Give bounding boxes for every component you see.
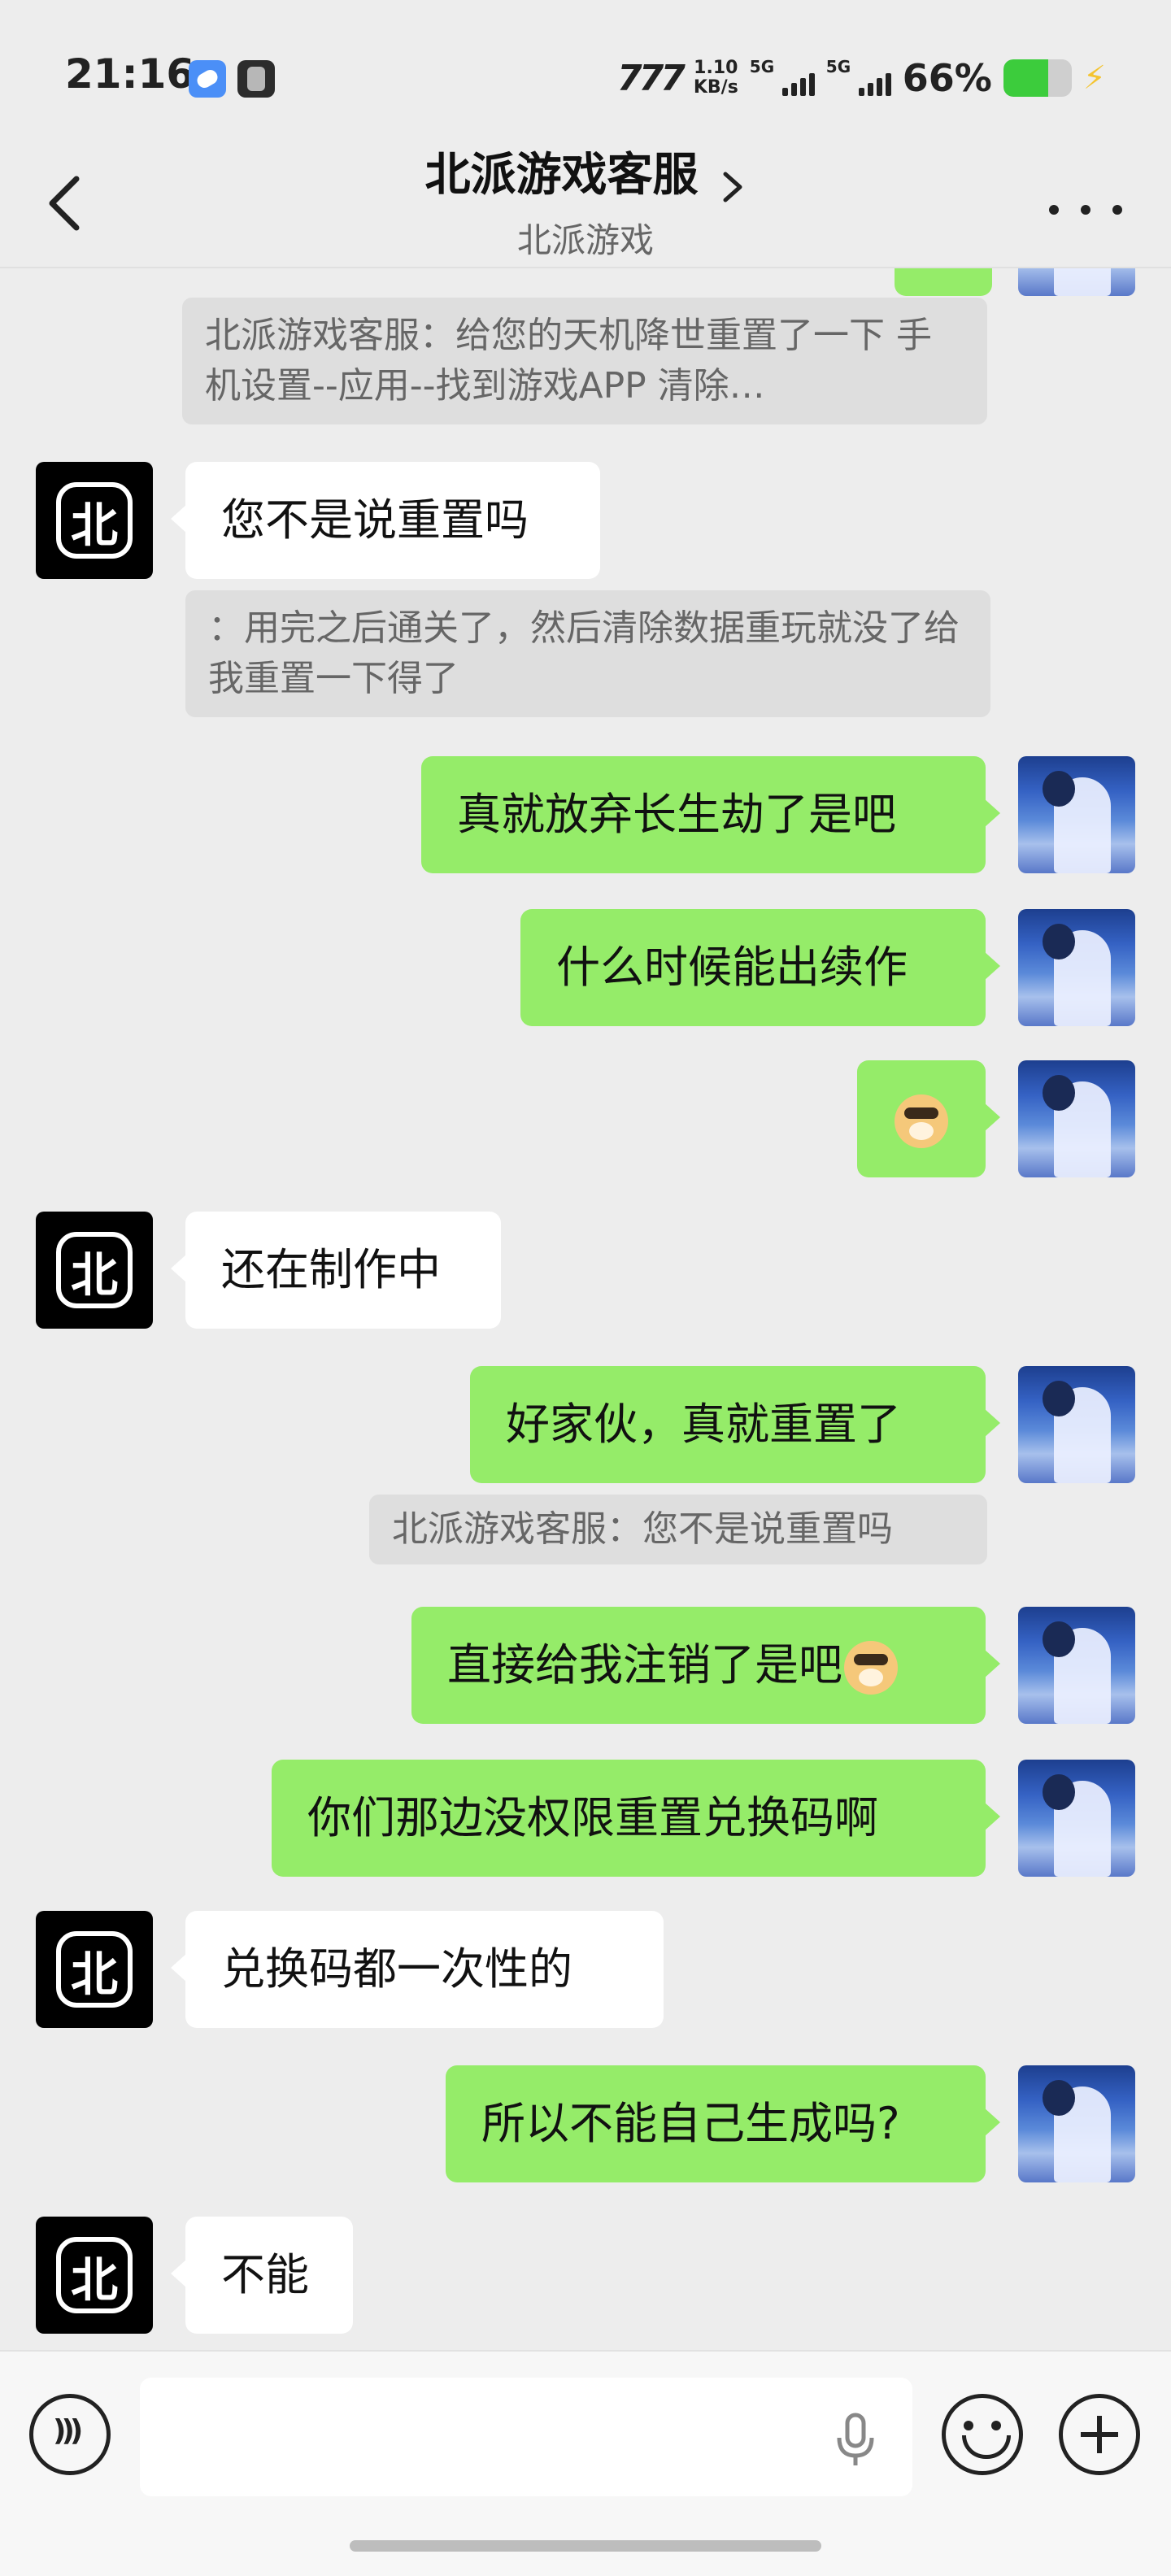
notification-app-icon — [189, 60, 226, 98]
status-right: 777 1.10 KB/s 5G 5G 66% ⚡ — [617, 54, 1106, 102]
message-bubble[interactable]: 所以不能自己生成吗? — [446, 2065, 1000, 2182]
quote-block[interactable]: ：用完之后通关了，然后清除数据重玩就没了给我重置一下得了 — [185, 590, 990, 717]
doge-emoji-icon — [895, 1094, 948, 1149]
svg-text:北: 北 — [71, 2252, 118, 2308]
service-logo-icon: 北 — [56, 2237, 133, 2313]
speed-value: 1.10 — [694, 58, 738, 78]
plus-icon[interactable] — [1059, 2394, 1140, 2475]
message-bubble[interactable] — [857, 1060, 1000, 1177]
emoji-face-icon[interactable] — [942, 2394, 1023, 2475]
svg-text:北: 北 — [71, 1947, 118, 2002]
chat-subtitle: 北派游戏 — [516, 220, 654, 260]
title-chevron-icon — [723, 172, 742, 202]
message-bubble[interactable]: 你们那边没权限重置兑换码啊 — [272, 1760, 1000, 1877]
status-time: 21:16 — [65, 50, 195, 98]
user-avatar[interactable] — [1018, 1607, 1135, 1724]
message-bubble[interactable]: 您不是说重置吗 — [171, 462, 600, 579]
service-avatar[interactable]: 北 — [36, 1911, 153, 2028]
message-bubble[interactable]: 真就放弃长生劫了是吧 — [421, 756, 1000, 873]
service-avatar[interactable]: 北 — [36, 2217, 153, 2334]
quote-text: 北派游戏客服：给您的天机降世重置了一下 手机设置--应用--找到游戏APP 清除… — [205, 315, 932, 407]
network-speed: 1.10 KB/s — [694, 59, 738, 98]
user-avatar[interactable] — [1018, 1760, 1135, 1877]
signal-2-label: 5G — [825, 57, 851, 76]
svg-text:北: 北 — [71, 1247, 118, 1303]
home-indicator[interactable] — [350, 2540, 821, 2552]
charging-bolt-icon: ⚡ — [1082, 59, 1106, 97]
service-logo-icon: 北 — [56, 1232, 133, 1308]
mic-icon[interactable] — [831, 2412, 880, 2469]
user-avatar[interactable] — [1018, 1366, 1135, 1483]
user-avatar[interactable] — [1018, 1060, 1135, 1177]
message-bubble[interactable]: 不能 — [171, 2217, 353, 2334]
more-dots-icon[interactable] — [1049, 194, 1122, 226]
user-avatar[interactable] — [1018, 756, 1135, 873]
message-bubble[interactable]: 什么时候能出续作 — [520, 909, 1000, 1026]
message-bubble[interactable]: 直接给我注销了是吧 — [411, 1607, 1000, 1724]
battery-icon — [1003, 59, 1072, 97]
signal-1-label: 5G — [749, 57, 775, 76]
quote-text: ：用完之后通关了，然后清除数据重玩就没了给我重置一下得了 — [208, 607, 960, 699]
user-avatar[interactable] — [1018, 268, 1135, 296]
user-avatar[interactable] — [1018, 2065, 1135, 2182]
message-bubble[interactable]: 好家伙，真就重置了 — [470, 1366, 1000, 1483]
svg-text:北: 北 — [71, 498, 118, 553]
chat-title: 北派游戏客服 — [424, 149, 699, 202]
service-avatar[interactable]: 北 — [36, 462, 153, 579]
service-avatar[interactable]: 北 — [36, 1212, 153, 1329]
quote-block[interactable]: 北派游戏客服：您不是说重置吗 — [369, 1495, 987, 1564]
message-bubble[interactable]: 兑换码都一次性的 — [171, 1911, 664, 2028]
signal-1-icon: 5G — [750, 57, 815, 99]
quote-text: 北派游戏客服：您不是说重置吗 — [392, 1508, 893, 1550]
quote-block[interactable]: 北派游戏客服：给您的天机降世重置了一下 手机设置--应用--找到游戏APP 清除… — [182, 298, 987, 424]
message-list[interactable]: 北派游戏客服：给您的天机降世重置了一下 手机设置--应用--找到游戏APP 清除… — [0, 268, 1171, 2350]
service-logo-icon: 北 — [56, 1931, 133, 2008]
voice-icon[interactable] — [29, 2394, 111, 2475]
title-area[interactable]: 北派游戏客服 — [0, 138, 1171, 205]
service-logo-icon: 北 — [56, 482, 133, 559]
message-text: 直接给我注销了是吧 — [447, 1639, 842, 1690]
input-bar — [0, 2350, 1171, 2576]
message-bubble[interactable]: 还在制作中 — [171, 1212, 501, 1329]
battery-percent: 66% — [902, 56, 992, 100]
chat-header: 北派游戏客服 北派游戏 — [0, 122, 1171, 268]
user-avatar[interactable] — [1018, 909, 1135, 1026]
battery-fill — [1003, 59, 1049, 97]
notification-game-icon — [237, 60, 275, 98]
doge-emoji-icon — [844, 1641, 898, 1695]
speed-unit: KB/s — [693, 77, 738, 98]
nfc-icon: 777 — [616, 57, 686, 99]
signal-2-icon: 5G — [826, 57, 891, 99]
message-input[interactable] — [140, 2378, 912, 2496]
